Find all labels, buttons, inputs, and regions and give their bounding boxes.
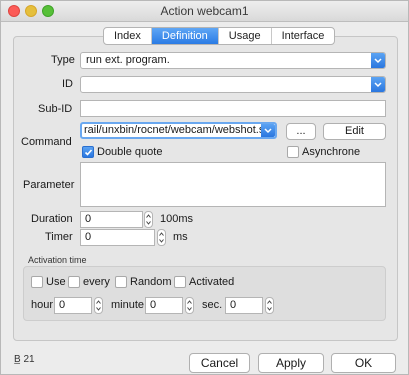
checkmark-icon — [84, 149, 93, 156]
window-title: Action webcam1 — [160, 4, 249, 18]
edit-button[interactable]: Edit — [323, 123, 386, 140]
chevron-down-icon — [96, 307, 101, 311]
action-dialog-window: Action webcam1 Index Definition Usage In… — [0, 0, 409, 375]
id-select-arrow[interactable] — [371, 77, 385, 92]
chevron-up-icon — [267, 300, 272, 304]
subid-label: Sub-ID — [38, 103, 73, 115]
chevron-down-icon — [159, 239, 164, 243]
chevron-down-icon — [187, 307, 192, 311]
id-label: ID — [62, 78, 73, 90]
tab-usage[interactable]: Usage — [219, 28, 272, 44]
asynchrone-checkbox[interactable] — [287, 146, 299, 158]
parameter-textarea[interactable] — [80, 162, 386, 207]
type-label: Type — [51, 54, 75, 66]
minute-stepper[interactable] — [185, 297, 194, 314]
tab-bar: Index Definition Usage Interface — [103, 27, 336, 45]
double-quote-label: Double quote — [97, 146, 163, 158]
title-bar[interactable]: Action webcam1 — [1, 1, 408, 22]
use-checkbox[interactable] — [31, 276, 43, 288]
apply-button[interactable]: Apply — [258, 353, 324, 373]
hour-input[interactable]: 0 — [54, 297, 92, 314]
activated-checkbox[interactable] — [174, 276, 186, 288]
hour-stepper[interactable] — [94, 297, 103, 314]
activated-label: Activated — [189, 276, 235, 288]
asynchrone-label: Asynchrone — [302, 146, 361, 158]
timer-label: Timer — [45, 231, 73, 243]
status-indicator: B̲ 21 — [14, 354, 35, 365]
chevron-up-icon — [96, 300, 101, 304]
duration-unit: 100ms — [160, 213, 194, 225]
timer-input[interactable]: 0 — [80, 229, 155, 246]
tab-index[interactable]: Index — [104, 28, 152, 44]
duration-stepper[interactable] — [144, 211, 153, 228]
sec-stepper[interactable] — [265, 297, 274, 314]
sec-input[interactable]: 0 — [225, 297, 263, 314]
command-select-arrow[interactable] — [261, 124, 275, 137]
type-select-value: run ext. program. — [86, 54, 170, 66]
chevron-up-icon — [146, 214, 151, 218]
chevron-up-icon — [159, 232, 164, 236]
activation-time-title: Activation time — [28, 255, 87, 265]
browse-button[interactable]: ... — [286, 123, 316, 140]
chevron-down-icon — [267, 307, 272, 311]
minute-input[interactable]: 0 — [145, 297, 183, 314]
tab-definition[interactable]: Definition — [151, 28, 219, 44]
timer-stepper[interactable] — [157, 229, 166, 246]
command-select[interactable]: rail/unxbin/rocnet/webcam/webshot.sh — [80, 122, 277, 139]
every-label: every — [83, 276, 110, 288]
sec-label: sec. — [202, 299, 223, 311]
duration-label: Duration — [31, 213, 73, 225]
random-label: Random — [130, 276, 172, 288]
command-label: Command — [21, 136, 72, 148]
hour-label: hour — [31, 299, 54, 311]
random-checkbox[interactable] — [115, 276, 127, 288]
chevron-up-icon — [187, 300, 192, 304]
chevron-down-icon — [264, 128, 272, 134]
double-quote-checkbox[interactable] — [82, 146, 94, 158]
tab-interface[interactable]: Interface — [272, 28, 335, 44]
id-select[interactable] — [80, 76, 386, 93]
timer-unit: ms — [173, 231, 188, 243]
chevron-down-icon — [374, 58, 382, 64]
chevron-down-icon — [146, 221, 151, 225]
ok-button[interactable]: OK — [331, 353, 396, 373]
type-select[interactable]: run ext. program. — [80, 52, 386, 69]
subid-input[interactable] — [80, 100, 386, 117]
minute-label: minute — [111, 299, 145, 311]
type-select-arrow[interactable] — [371, 53, 385, 68]
every-checkbox[interactable] — [68, 276, 80, 288]
cancel-button[interactable]: Cancel — [189, 353, 250, 373]
use-label: Use — [46, 276, 66, 288]
parameter-label: Parameter — [23, 179, 75, 191]
chevron-down-icon — [374, 82, 382, 88]
command-select-value: rail/unxbin/rocnet/webcam/webshot.sh — [84, 124, 271, 136]
duration-input[interactable]: 0 — [80, 211, 143, 228]
